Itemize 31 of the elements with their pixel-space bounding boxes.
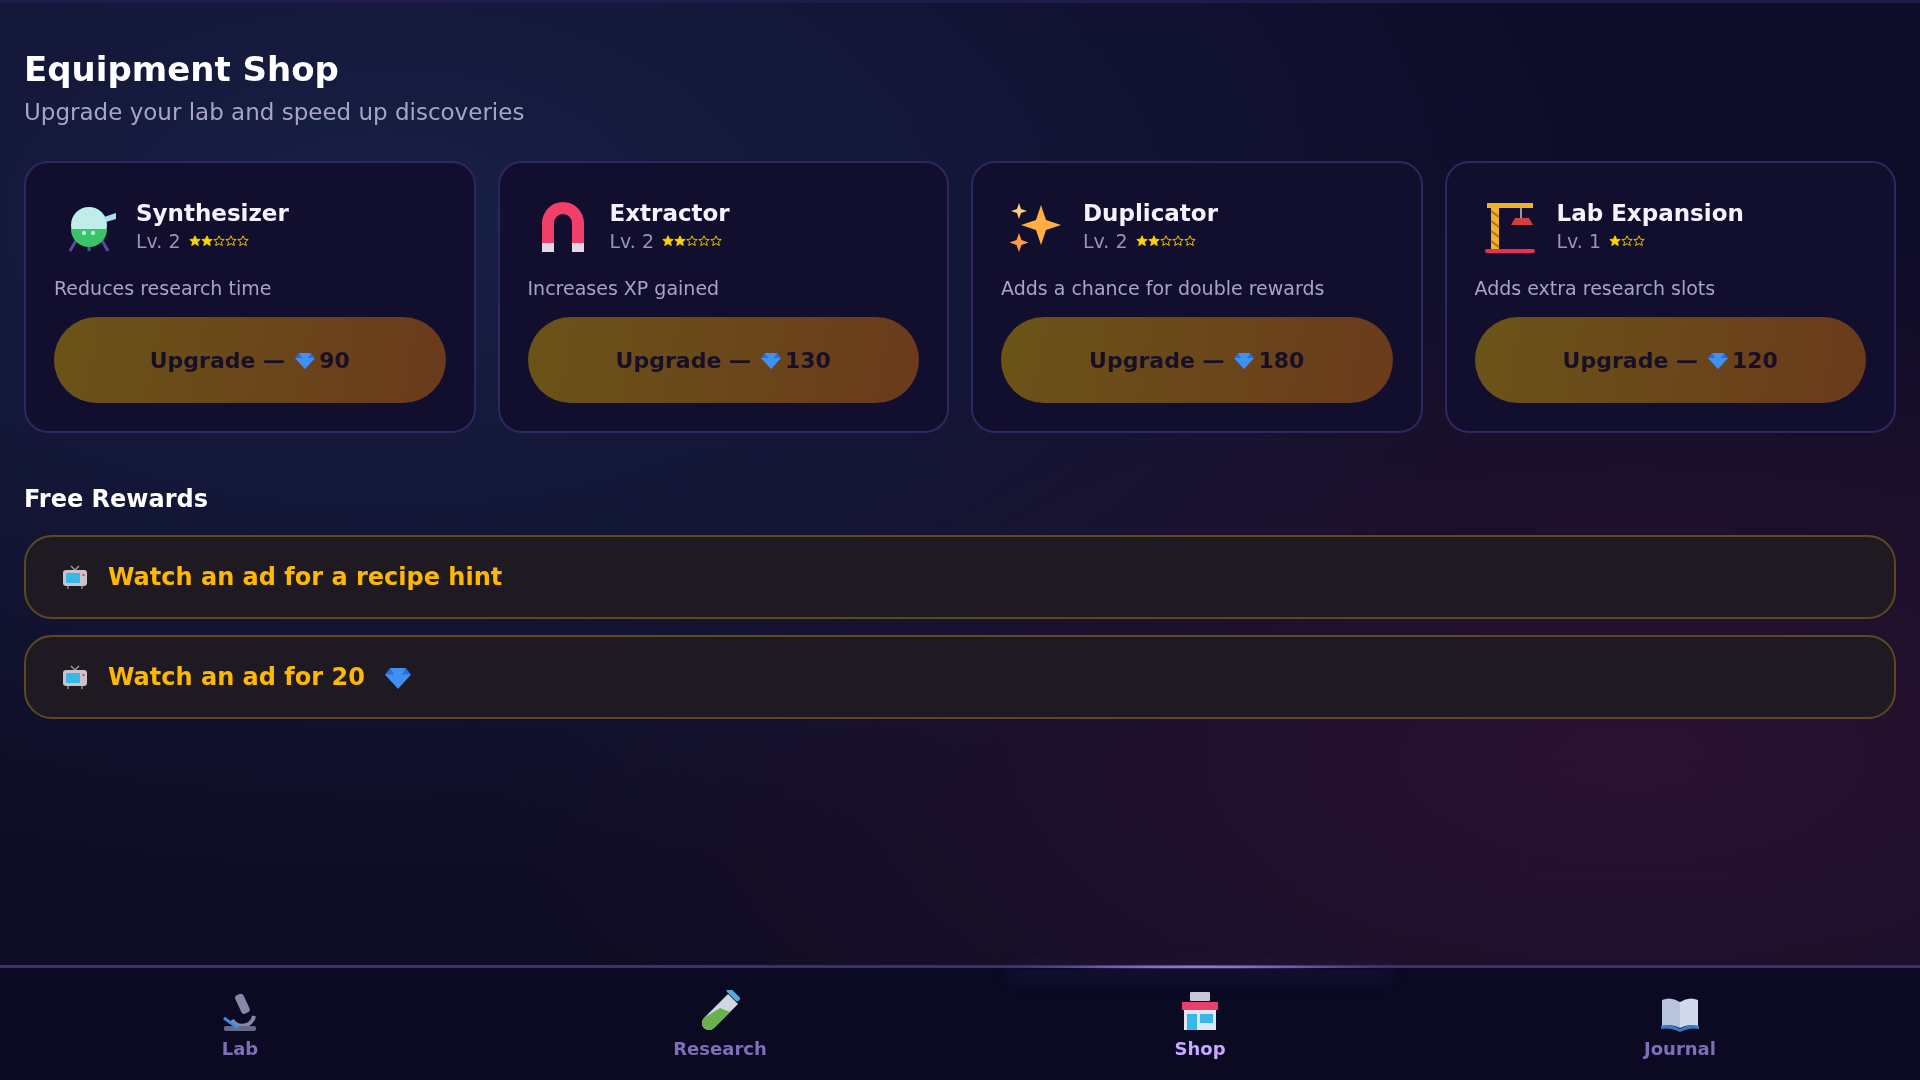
item-level: Lv. 2 bbox=[1083, 230, 1128, 252]
item-level: Lv. 2 bbox=[609, 230, 655, 252]
item-description: Adds extra research slots bbox=[1474, 277, 1717, 299]
item-description: Increases XP gained bbox=[527, 277, 721, 299]
upgrade-button[interactable]: Upgrade — 120 bbox=[1474, 317, 1866, 403]
item-name: Duplicator bbox=[1083, 200, 1218, 226]
nav-tab[interactable]: Lab bbox=[0, 968, 480, 1080]
item-name: Synthesizer bbox=[136, 200, 289, 226]
item-description: Reduces research time bbox=[54, 277, 273, 299]
item-name: Extractor bbox=[609, 200, 730, 226]
item-description: Adds a chance for double rewards bbox=[1001, 277, 1326, 299]
gem-icon bbox=[760, 350, 781, 370]
upgrade-button[interactable]: Upgrade — 90 bbox=[54, 317, 446, 403]
upgrade-button[interactable]: Upgrade — 130 bbox=[527, 317, 919, 403]
item-name: Lab Expansion bbox=[1556, 200, 1744, 226]
ad-reward-button[interactable]: Watch an ad for a recipe hint bbox=[24, 535, 1896, 619]
tv-icon bbox=[62, 564, 88, 590]
ad-reward-button[interactable]: Watch an ad for 20 bbox=[24, 635, 1896, 719]
nav-tab[interactable]: Shop bbox=[960, 968, 1440, 1080]
nav-tab[interactable]: Journal bbox=[1440, 968, 1920, 1080]
item-level: Lv. 1 bbox=[1556, 230, 1602, 252]
item-level: Lv. 2 bbox=[136, 230, 181, 252]
upgrade-button[interactable]: Upgrade — 180 bbox=[1001, 317, 1393, 403]
section-title: Free Rewards bbox=[24, 485, 210, 513]
nav-tab[interactable]: Research bbox=[480, 968, 960, 1080]
page-title: Equipment Shop bbox=[24, 49, 340, 89]
page-subtitle: Upgrade your lab and speed up discoveries bbox=[24, 99, 526, 125]
tv-icon bbox=[62, 664, 88, 690]
gem-icon bbox=[295, 350, 316, 370]
gem-icon bbox=[1234, 350, 1255, 370]
gem-icon bbox=[1707, 350, 1728, 370]
